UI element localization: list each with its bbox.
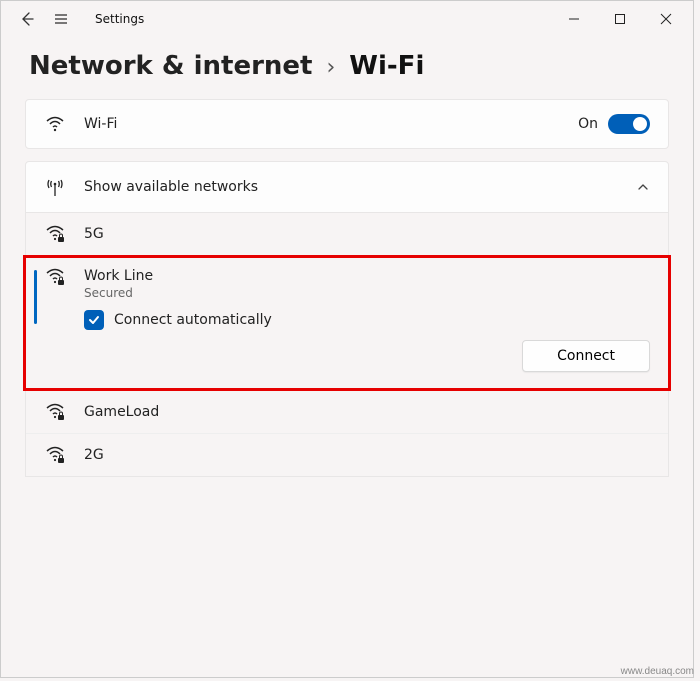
window-controls xyxy=(551,4,689,34)
network-item-workline[interactable]: Work Line Secured Connect automatically … xyxy=(23,255,671,391)
breadcrumb: Network & internet › Wi-Fi xyxy=(1,37,693,99)
network-name: 5G xyxy=(84,226,650,242)
wifi-toggle-card[interactable]: Wi-Fi On xyxy=(25,99,669,149)
minimize-button[interactable] xyxy=(551,4,597,34)
wifi-toggle[interactable] xyxy=(608,114,650,134)
breadcrumb-current: Wi-Fi xyxy=(349,51,424,81)
network-list: 5G Work Line Secured xyxy=(25,213,669,477)
wifi-secured-icon xyxy=(44,446,66,464)
titlebar-left: Settings xyxy=(19,11,144,27)
wifi-secured-icon xyxy=(44,225,66,243)
chevron-right-icon: › xyxy=(326,55,335,80)
network-name: GameLoad xyxy=(84,404,650,420)
chevron-up-icon xyxy=(636,180,650,194)
antenna-icon xyxy=(44,176,66,198)
wifi-state-text: On xyxy=(578,116,598,132)
maximize-button[interactable] xyxy=(597,4,643,34)
connect-button[interactable]: Connect xyxy=(522,340,650,372)
network-name: Work Line xyxy=(84,268,650,284)
network-name: 2G xyxy=(84,447,650,463)
wifi-secured-icon xyxy=(44,403,66,421)
wifi-secured-icon xyxy=(44,268,66,286)
watermark: www.deuaq.com xyxy=(621,666,694,677)
titlebar: Settings xyxy=(1,1,693,37)
available-networks-label: Show available networks xyxy=(84,179,618,195)
connect-auto-label: Connect automatically xyxy=(114,312,272,328)
network-item-5g[interactable]: 5G xyxy=(26,213,668,255)
menu-icon[interactable] xyxy=(53,11,69,27)
back-icon[interactable] xyxy=(19,11,35,27)
network-status: Secured xyxy=(84,286,650,300)
wifi-icon xyxy=(44,114,66,134)
network-item-gameload[interactable]: GameLoad xyxy=(26,391,668,433)
connect-auto-checkbox[interactable] xyxy=(84,310,104,330)
available-networks-header[interactable]: Show available networks xyxy=(25,161,669,213)
breadcrumb-parent[interactable]: Network & internet xyxy=(29,51,312,81)
wifi-label: Wi-Fi xyxy=(84,116,560,132)
selection-indicator xyxy=(34,270,37,324)
network-item-2g[interactable]: 2G xyxy=(26,433,668,477)
close-button[interactable] xyxy=(643,4,689,34)
app-title: Settings xyxy=(95,12,144,26)
